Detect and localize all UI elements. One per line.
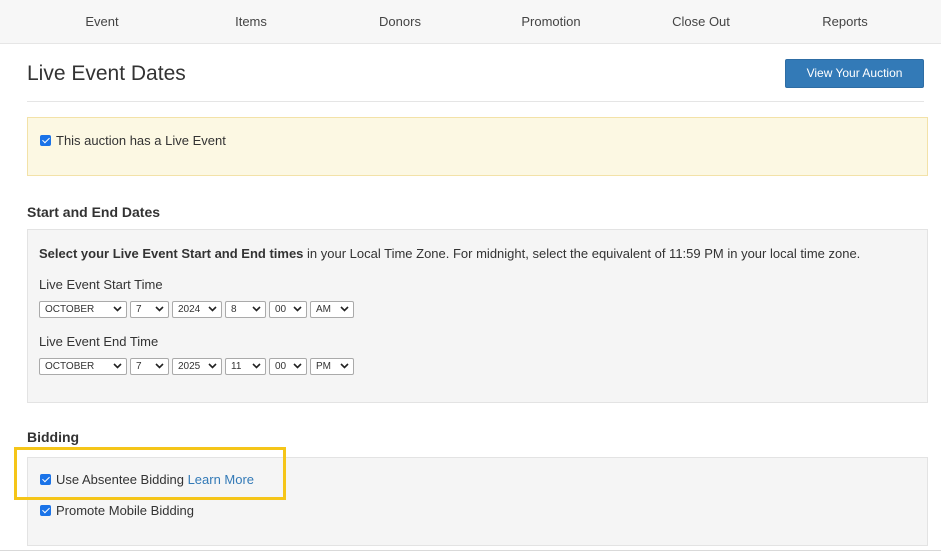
chevron-down-icon (252, 306, 261, 312)
start-month-select[interactable]: OCTOBER (39, 301, 127, 318)
end-month-select[interactable]: OCTOBER (39, 358, 127, 375)
page-title: Live Event Dates (27, 62, 186, 85)
bidding-section-heading: Bidding (27, 429, 80, 445)
start-year-value: 2024 (178, 304, 201, 315)
chevron-down-icon (155, 363, 164, 369)
end-hour-select[interactable]: 11 (225, 358, 266, 375)
chevron-down-icon (340, 363, 349, 369)
view-auction-button[interactable]: View Your Auction (785, 59, 924, 88)
mobile-bidding-checkbox[interactable] (40, 505, 51, 516)
chevron-down-icon (208, 306, 217, 312)
end-minute-select[interactable]: 00 (269, 358, 307, 375)
nav-item-promotion[interactable]: Promotion (481, 0, 621, 44)
end-time-label: Live Event End Time (39, 334, 159, 349)
nav-item-reports[interactable]: Reports (775, 0, 915, 44)
end-minute-value: 00 (275, 361, 287, 372)
end-day-value: 7 (136, 361, 142, 372)
start-day-select[interactable]: 7 (130, 301, 169, 318)
chevron-down-icon (252, 363, 261, 369)
bottom-divider (0, 550, 941, 551)
title-divider (27, 101, 924, 102)
start-day-value: 7 (136, 304, 142, 315)
end-hour-value: 11 (231, 361, 242, 372)
dates-instructions: Select your Live Event Start and End tim… (39, 246, 860, 261)
end-year-value: 2025 (178, 361, 201, 372)
dates-instructions-rest: in your Local Time Zone. For midnight, s… (303, 246, 861, 261)
start-ampm-value: AM (316, 304, 331, 315)
nav-item-items[interactable]: Items (181, 0, 321, 44)
nav-item-close-out[interactable]: Close Out (631, 0, 771, 44)
chevron-down-icon (208, 363, 217, 369)
mobile-bidding-label: Promote Mobile Bidding (56, 503, 195, 518)
start-hour-select[interactable]: 8 (225, 301, 266, 318)
chevron-down-icon (155, 306, 164, 312)
start-hour-value: 8 (231, 304, 237, 315)
chevron-down-icon (113, 306, 122, 312)
start-time-label: Live Event Start Time (39, 277, 163, 292)
start-minute-select[interactable]: 00 (269, 301, 307, 318)
start-minute-value: 00 (275, 304, 287, 315)
start-year-select[interactable]: 2024 (172, 301, 222, 318)
end-month-value: OCTOBER (45, 361, 95, 372)
highlight-box (14, 447, 286, 500)
chevron-down-icon (293, 306, 302, 312)
top-navigation: Event Items Donors Promotion Close Out R… (0, 0, 941, 44)
end-ampm-value: PM (316, 361, 331, 372)
live-event-checkbox-label: This auction has a Live Event (56, 133, 226, 148)
nav-item-donors[interactable]: Donors (330, 0, 470, 44)
nav-item-event[interactable]: Event (32, 0, 172, 44)
chevron-down-icon (340, 306, 349, 312)
end-year-select[interactable]: 2025 (172, 358, 222, 375)
start-ampm-select[interactable]: AM (310, 301, 354, 318)
dates-section-heading: Start and End Dates (27, 204, 161, 220)
end-ampm-select[interactable]: PM (310, 358, 354, 375)
dates-instructions-bold: Select your Live Event Start and End tim… (39, 246, 304, 261)
end-day-select[interactable]: 7 (130, 358, 169, 375)
live-event-checkbox[interactable] (40, 135, 51, 146)
chevron-down-icon (113, 363, 122, 369)
chevron-down-icon (293, 363, 302, 369)
start-month-value: OCTOBER (45, 304, 95, 315)
